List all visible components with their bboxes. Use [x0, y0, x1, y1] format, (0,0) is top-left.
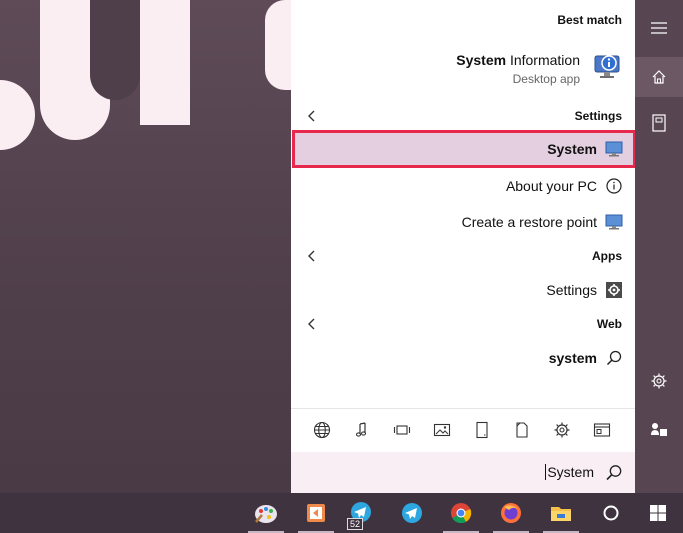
result-about-your-pc[interactable]: About your PC	[291, 171, 635, 201]
document-icon[interactable]	[511, 419, 533, 441]
result-settings-app-label: Settings	[546, 282, 597, 298]
apps-section-header[interactable]: Apps	[291, 244, 635, 268]
best-match-subtitle: Desktop app	[512, 72, 580, 86]
music-icon[interactable]	[351, 419, 373, 441]
desktop-wallpaper	[0, 0, 291, 493]
result-create-restore-point[interactable]: Create a restore point	[291, 207, 635, 237]
info-icon	[605, 177, 623, 195]
telegram-icon[interactable]	[390, 493, 434, 533]
paint-app-icon[interactable]	[244, 493, 288, 533]
monitor-icon	[605, 140, 623, 158]
search-results-panel: Best match System Information Desktop ap…	[291, 0, 636, 493]
notebook-icon[interactable]	[635, 103, 683, 143]
best-match-title-bold: System	[456, 52, 507, 68]
result-settings-app[interactable]: Settings	[291, 275, 635, 305]
media-app-icon[interactable]	[294, 493, 338, 533]
best-match-item[interactable]: System Information Desktop app	[291, 40, 635, 94]
web-section-header[interactable]: Web	[291, 312, 635, 336]
hamburger-menu-icon[interactable]	[635, 8, 683, 48]
web-globe-icon[interactable]	[311, 419, 333, 441]
apps-window-icon[interactable]	[591, 419, 613, 441]
best-match-title-rest: Information	[506, 52, 580, 68]
result-create-restore-point-label: Create a restore point	[461, 214, 597, 230]
result-about-your-pc-label: About your PC	[505, 178, 597, 194]
photo-icon[interactable]	[431, 419, 453, 441]
search-filter-toolbar	[291, 408, 635, 452]
monitor-icon	[605, 213, 623, 231]
cortana-circle-icon[interactable]	[589, 493, 633, 533]
search-icon	[605, 464, 623, 482]
settings-section-label: Settings	[574, 109, 622, 123]
result-system-label: System	[547, 141, 597, 157]
web-section-label: Web	[596, 317, 622, 331]
settings-section-header[interactable]: Settings	[291, 104, 635, 128]
result-web-search[interactable]: system	[291, 343, 635, 373]
windows-start-icon[interactable]	[636, 493, 680, 533]
result-web-search-label: system	[548, 350, 597, 366]
system-information-icon	[593, 52, 621, 80]
feedback-user-icon[interactable]	[635, 410, 683, 450]
telegram-icon-with-badge[interactable]: 52	[339, 493, 383, 533]
search-box[interactable]: System	[291, 452, 635, 493]
file-explorer-icon[interactable]	[539, 493, 583, 533]
search-icon	[605, 349, 623, 367]
tablet-icon[interactable]	[471, 419, 493, 441]
result-system[interactable]: System	[291, 134, 635, 164]
settings-gear-icon[interactable]	[635, 361, 683, 401]
search-input[interactable]: System	[545, 464, 594, 480]
taskbar: 52	[0, 493, 683, 533]
notification-badge: 52	[347, 518, 364, 530]
video-icon[interactable]	[391, 419, 413, 441]
firefox-icon[interactable]	[489, 493, 533, 533]
gear-icon	[605, 281, 623, 299]
chevron-left-icon	[308, 250, 315, 262]
best-match-header: Best match	[557, 13, 622, 27]
home-icon[interactable]	[635, 57, 683, 97]
chevron-left-icon	[308, 110, 315, 122]
start-side-rail	[635, 0, 683, 493]
apps-section-label: Apps	[592, 249, 622, 263]
chrome-icon[interactable]	[439, 493, 483, 533]
settings-filter-gear-icon[interactable]	[551, 419, 573, 441]
chevron-left-icon	[308, 318, 315, 330]
